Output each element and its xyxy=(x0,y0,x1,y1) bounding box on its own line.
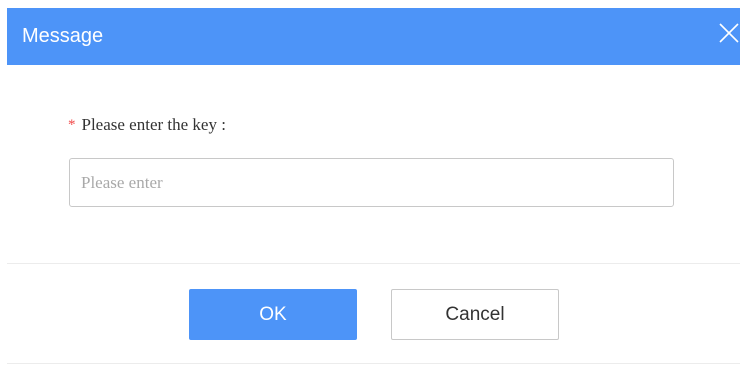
message-dialog: Message * Please enter the key : OK Cance… xyxy=(0,0,740,365)
ok-button[interactable]: OK xyxy=(189,289,357,340)
key-input[interactable] xyxy=(69,158,674,207)
close-button[interactable] xyxy=(712,18,740,48)
dialog-header: Message xyxy=(7,8,740,65)
close-icon xyxy=(712,18,740,48)
key-label-text: Please enter the key : xyxy=(81,115,226,134)
key-field-label: * Please enter the key : xyxy=(68,112,226,139)
dialog-title: Message xyxy=(22,25,104,47)
cancel-button[interactable]: Cancel xyxy=(391,289,559,340)
footer-divider-bottom xyxy=(7,363,740,364)
footer-divider-top xyxy=(7,263,740,264)
required-mark: * xyxy=(68,117,76,133)
